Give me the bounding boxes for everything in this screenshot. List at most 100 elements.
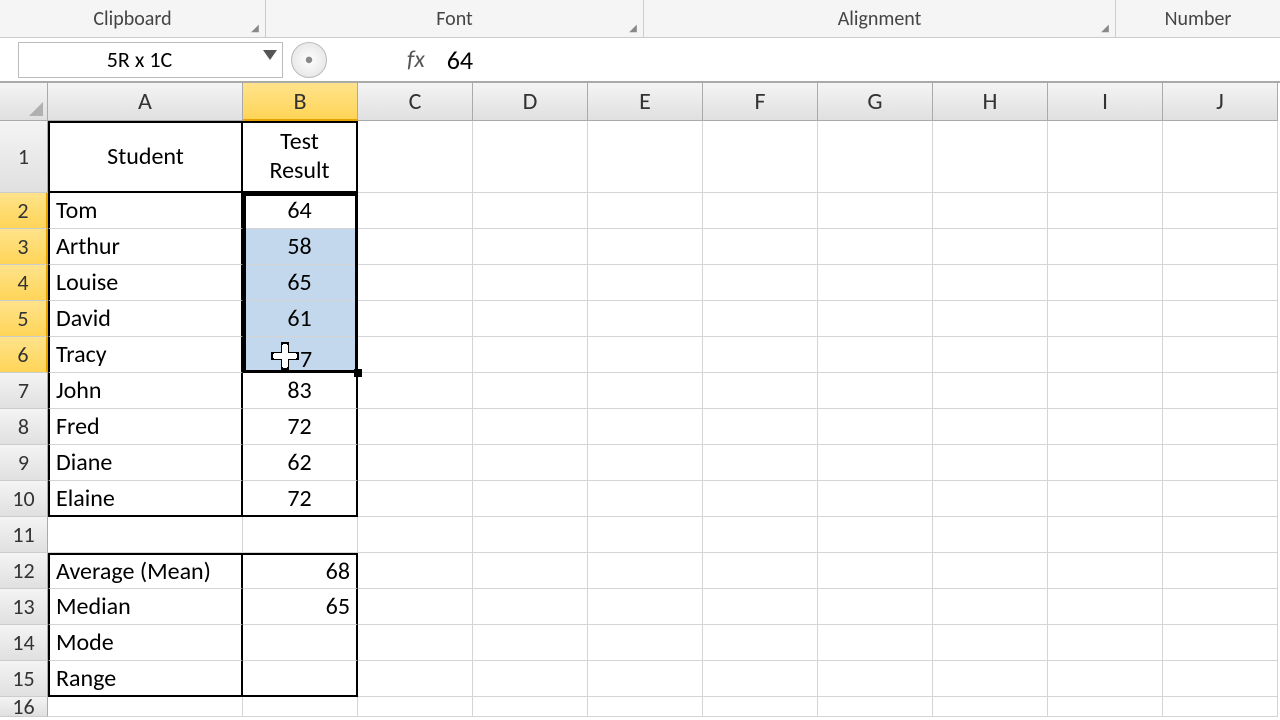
cell[interactable] bbox=[1048, 697, 1163, 717]
dialog-launcher-icon[interactable]: ◢ bbox=[1098, 20, 1112, 34]
cell[interactable] bbox=[588, 625, 703, 661]
col-header-e[interactable]: E bbox=[588, 83, 703, 121]
cell[interactable] bbox=[358, 373, 473, 409]
cell[interactable] bbox=[588, 481, 703, 517]
col-header-h[interactable]: H bbox=[933, 83, 1048, 121]
cell-b10[interactable]: 72 bbox=[243, 481, 358, 517]
cell[interactable] bbox=[818, 265, 933, 301]
cell[interactable] bbox=[1163, 193, 1278, 229]
cell[interactable] bbox=[588, 409, 703, 445]
cell[interactable] bbox=[1048, 301, 1163, 337]
cell-a13[interactable]: Median bbox=[48, 589, 243, 625]
cell[interactable] bbox=[933, 301, 1048, 337]
row-header-15[interactable]: 15 bbox=[0, 661, 48, 697]
cell[interactable] bbox=[588, 121, 703, 193]
cell[interactable] bbox=[933, 193, 1048, 229]
cell[interactable] bbox=[1048, 121, 1163, 193]
row-header-1[interactable]: 1 bbox=[0, 121, 48, 193]
row-header-7[interactable]: 7 bbox=[0, 373, 48, 409]
cell[interactable] bbox=[703, 553, 818, 589]
col-header-f[interactable]: F bbox=[703, 83, 818, 121]
cell[interactable] bbox=[243, 697, 358, 717]
cell[interactable] bbox=[1048, 553, 1163, 589]
cell[interactable] bbox=[1163, 481, 1278, 517]
cell[interactable] bbox=[473, 661, 588, 697]
col-header-a[interactable]: A bbox=[48, 83, 243, 121]
cell[interactable] bbox=[358, 445, 473, 481]
cell[interactable] bbox=[818, 481, 933, 517]
cell[interactable] bbox=[703, 481, 818, 517]
cell[interactable] bbox=[588, 229, 703, 265]
cell[interactable] bbox=[473, 193, 588, 229]
name-box-dropdown-icon[interactable] bbox=[263, 50, 277, 60]
row-header-5[interactable]: 5 bbox=[0, 301, 48, 337]
cell[interactable] bbox=[933, 589, 1048, 625]
cell[interactable] bbox=[1163, 625, 1278, 661]
cell-a7[interactable]: John bbox=[48, 373, 243, 409]
cell-a3[interactable]: Arthur bbox=[48, 229, 243, 265]
cell-b2[interactable]: 64 bbox=[243, 193, 358, 229]
row-header-8[interactable]: 8 bbox=[0, 409, 48, 445]
cell[interactable] bbox=[1163, 337, 1278, 373]
cell-a10[interactable]: Elaine bbox=[48, 481, 243, 517]
cell[interactable] bbox=[588, 661, 703, 697]
select-all-corner[interactable] bbox=[0, 83, 48, 121]
cell[interactable] bbox=[1163, 661, 1278, 697]
cell[interactable] bbox=[358, 661, 473, 697]
dialog-launcher-icon[interactable]: ◢ bbox=[626, 20, 640, 34]
row-header-11[interactable]: 11 bbox=[0, 517, 48, 553]
cell[interactable] bbox=[1048, 481, 1163, 517]
cell-a15[interactable]: Range bbox=[48, 661, 243, 697]
fill-handle[interactable] bbox=[354, 369, 362, 377]
cell[interactable] bbox=[818, 301, 933, 337]
cell[interactable] bbox=[933, 445, 1048, 481]
cell[interactable] bbox=[358, 625, 473, 661]
cell[interactable] bbox=[818, 121, 933, 193]
cell[interactable] bbox=[1048, 337, 1163, 373]
cell[interactable] bbox=[358, 409, 473, 445]
row-header-6[interactable]: 6 bbox=[0, 337, 48, 373]
col-header-b[interactable]: B bbox=[243, 83, 358, 121]
cell[interactable] bbox=[933, 697, 1048, 717]
cell-b9[interactable]: 62 bbox=[243, 445, 358, 481]
cell-a8[interactable]: Fred bbox=[48, 409, 243, 445]
col-header-j[interactable]: J bbox=[1163, 83, 1278, 121]
cell[interactable] bbox=[1048, 661, 1163, 697]
cell[interactable] bbox=[818, 697, 933, 717]
cell[interactable] bbox=[588, 337, 703, 373]
cell[interactable] bbox=[473, 589, 588, 625]
cell[interactable] bbox=[358, 589, 473, 625]
cell[interactable] bbox=[588, 445, 703, 481]
name-box[interactable] bbox=[18, 40, 283, 80]
cell-a12[interactable]: Average (Mean) bbox=[48, 553, 243, 589]
cell-b12[interactable]: 68 bbox=[243, 553, 358, 589]
cell-b1[interactable]: Test Result bbox=[243, 121, 358, 193]
cell[interactable] bbox=[358, 229, 473, 265]
cell-b13[interactable]: 65 bbox=[243, 589, 358, 625]
cell-b5[interactable]: 61 bbox=[243, 301, 358, 337]
cell[interactable] bbox=[703, 661, 818, 697]
col-header-i[interactable]: I bbox=[1048, 83, 1163, 121]
cell[interactable] bbox=[1048, 193, 1163, 229]
row-header-16[interactable]: 16 bbox=[0, 697, 48, 717]
cell[interactable] bbox=[358, 553, 473, 589]
cell[interactable] bbox=[1163, 517, 1278, 553]
cell[interactable] bbox=[818, 193, 933, 229]
cell[interactable] bbox=[1048, 517, 1163, 553]
cell[interactable] bbox=[818, 409, 933, 445]
cell[interactable] bbox=[473, 373, 588, 409]
row-header-10[interactable]: 10 bbox=[0, 481, 48, 517]
cell[interactable] bbox=[703, 301, 818, 337]
insert-function-button[interactable]: fx bbox=[407, 45, 425, 74]
cell[interactable] bbox=[1163, 301, 1278, 337]
cell-a1[interactable]: Student bbox=[48, 121, 243, 193]
cell[interactable] bbox=[358, 337, 473, 373]
cell[interactable] bbox=[818, 229, 933, 265]
row-header-14[interactable]: 14 bbox=[0, 625, 48, 661]
cell[interactable] bbox=[588, 517, 703, 553]
cell[interactable] bbox=[933, 409, 1048, 445]
cell[interactable] bbox=[818, 625, 933, 661]
cell[interactable] bbox=[818, 445, 933, 481]
formula-input[interactable] bbox=[439, 40, 1280, 80]
cell[interactable] bbox=[703, 445, 818, 481]
